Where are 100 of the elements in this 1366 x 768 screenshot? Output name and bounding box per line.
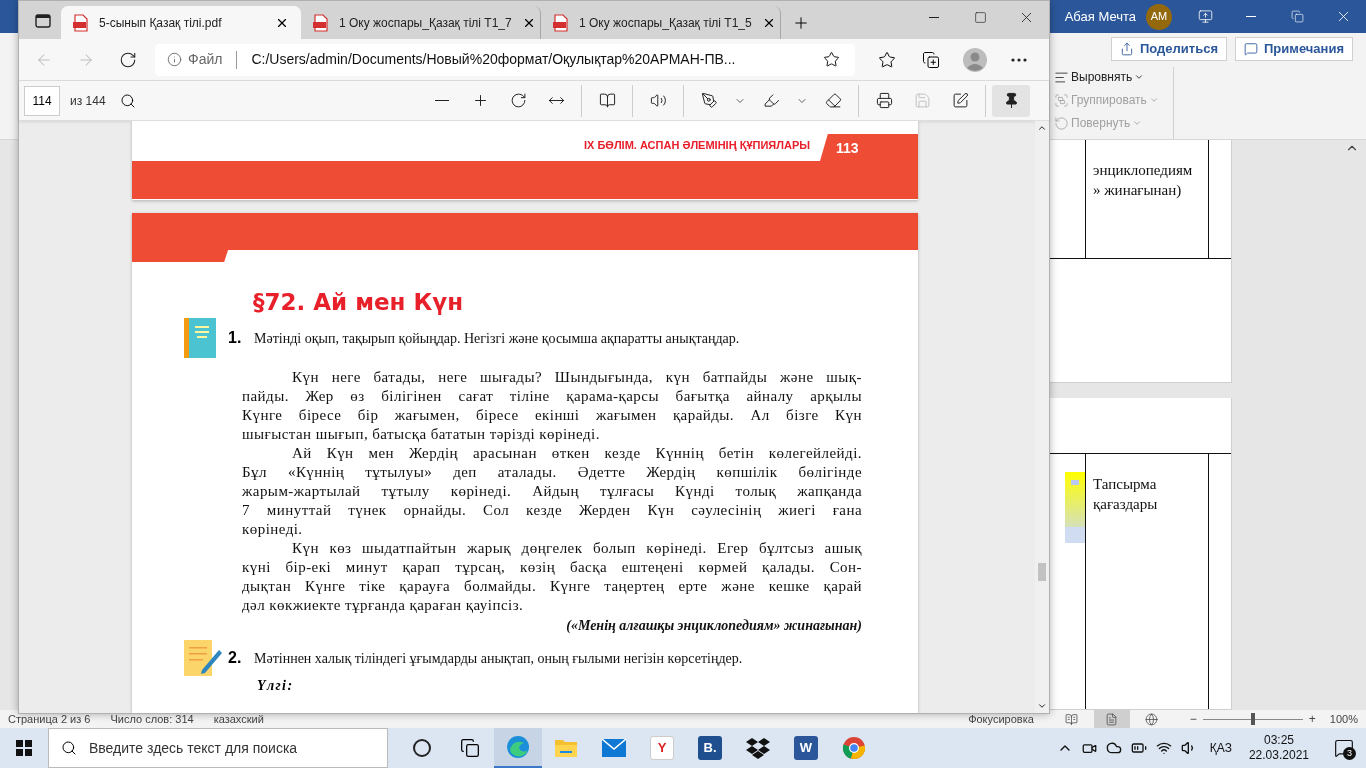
task-view-icon [460,738,480,758]
restore-icon [1290,10,1304,23]
bitrix-button[interactable]: B. [686,728,734,768]
print-view-icon [1105,712,1119,726]
star-icon [822,51,840,68]
tab-title: 1 Оку жоспары_Қазақ тілі T1_7 [339,14,512,32]
word-app-button[interactable]: W [782,728,830,768]
tab-title: 5-сынып Қазақ тілі.pdf [99,14,223,32]
minimize-icon [1246,16,1256,17]
chrome-icon [842,736,866,760]
page-count: из 144 [70,92,106,110]
minus-icon [435,99,449,102]
task-instruction: Мәтінді оқып, тақырып қойыңдар. Негізгі және қосымша ақпаратты анықтаңдар. [254,329,740,348]
notification-count: 3 [1343,747,1356,760]
pin-button[interactable] [992,84,1030,117]
group-icon [1054,92,1069,108]
status-text: Страница 2 из 6 [8,711,91,727]
share-icon [1119,42,1134,56]
minimize-icon [929,16,939,18]
battery-icon [1130,740,1147,756]
edit-icon [951,92,969,109]
printer-icon [875,92,893,109]
scrollbar[interactable] [1035,121,1049,713]
rotate-icon [1054,115,1069,131]
paragraph: Күн неге батады, неге шығады? Шындығында, күн батпайды және шық- пайды. Жер өз білігінен сағат тіліне қарама-қарсы бағытқа айналу арқылы Күнге біресе бір жағымен, біресе екінші жағымен қарайды. Ал бізге Күн шығыстан шығып, батысқа бататын тәрізді көрінеді. [242,368,862,444]
info-icon [167,52,182,67]
search-field[interactable]: Введите здесь текст для поиска [48,728,388,768]
chapter-header: IX БӨЛІМ. АСПАН ӘЛЕМІНІҢ ҚҰПИЯЛАРЫ [584,137,810,153]
collections-icon [922,50,940,69]
align-icon [1054,69,1069,85]
pdf-icon [553,13,569,32]
tab-actions-icon [35,13,51,29]
search-icon [119,92,136,109]
read-view-icon [1065,712,1079,726]
zoom-slider[interactable] [1202,713,1303,725]
yandex-browser-button[interactable]: Y [638,728,686,768]
wifi-icon [1155,740,1172,756]
status-text: Число слов: 314 [110,711,194,727]
envelope-icon [602,739,626,757]
zoom-in-button[interactable]: + [1308,710,1316,728]
page-number-field[interactable]: 114 [24,85,60,116]
address-url: C:/Users/admin/Documents/Новый%20формат/Оқулықтар%20АРМАН-ПВ... [251,50,737,69]
speaker-icon [649,92,667,109]
task-instruction: Мәтіннен халық тіліндегі ұғымдарды анықтап, оның ғылыми негізін көрсетіңдер. [254,649,743,668]
align-button[interactable]: Выровнять [1054,67,1169,87]
book-icon [184,318,216,358]
task-number: 2. [228,648,242,668]
dropbox-icon [746,737,770,759]
user-avatar[interactable]: AM [1146,3,1172,30]
section-title: §72. Ай мен Күн [253,288,465,316]
clock-time[interactable]: 03:25 [1263,733,1294,748]
refresh-icon [119,50,137,69]
page-number: 113 [820,134,918,161]
scrollbar-thumb[interactable] [1038,563,1046,581]
zoom-slider-thumb[interactable] [1250,713,1255,725]
caret-icon [1037,701,1047,711]
print-view-button[interactable] [1093,710,1130,728]
browser-tab[interactable]: 5-сынып Қазақ тілі.pdf [61,6,301,39]
address-bar[interactable]: Файл C:/Users/admin/Documents/Новый%20формат/Оқулықтар%20АРМАН-ПВ... [155,43,855,76]
web-view-icon [1145,712,1159,726]
rotate-icon [509,92,527,109]
zoom-out-button[interactable]: − [1189,710,1197,728]
more-icon [1011,57,1027,62]
source-citation: («Менің алғашқы энциклопедиям» жинағынан) [566,617,862,635]
comments-button[interactable]: Примечания [1235,37,1353,61]
windows-icon [16,740,32,756]
paragraph: Күн көз шыдатпайтын жарық дөңгелек болып көрінеді. Егер бұлтсыз ашық күні бір-екі минут қарап тұрсаң, көзің басқа ештеңені көрмей қалады. Сон- дықтан Күнге тіке қарауға болмайды. Күнге таңертең ерте және кешке қарай дәл көкжиекте тұрғанда қараған қауіпсіз. [242,539,862,615]
message-icon [1334,738,1354,758]
folder-icon [554,737,578,759]
notifications-button[interactable]: 3 [1326,728,1362,768]
address-scheme: Файл [188,50,223,69]
zoom-reading: 100% [1329,711,1358,727]
language-indicator[interactable]: ҚАЗ [1209,739,1232,757]
star-icon [878,50,896,69]
eraser-icon [824,92,842,109]
notepad-pen-icon [184,640,224,676]
pdf-icon [313,13,329,32]
caret-icon [1148,95,1159,105]
pen-icon [700,92,718,109]
save-icon [913,92,931,109]
clock-date[interactable]: 22.03.2021 [1248,748,1309,763]
share-button[interactable]: Поделиться [1110,37,1227,61]
sample-label: Үлгі: [257,678,294,694]
task-number: 1. [228,328,242,348]
user-name: Абая Мечта [1064,7,1136,26]
plus-icon [792,14,810,32]
paragraph: Ай Күн мен Жердің арасынан өткен кезде Күннің бетін көлегейлейді. Бұл «Күннің тұтылуы» деп аталады. Әдетте Жердің көпшілік бөлігінде жарым-жартылай тұтылу көрінеді. Айдың тұлғасы Күнді толық жапқанда 7 минуттай түнек орнайды. Сол кезде Жерден Күн сәулесінің жиегі ғана көрінеді. [242,444,862,539]
search-icon [61,740,77,756]
table-cell-text: Тапсырма қағаздары [1093,475,1159,514]
table-cell-text: энциклопедиям » жинағынан) [1093,161,1194,200]
maximize-icon [973,10,987,24]
caret-icon [1132,118,1143,128]
tab-title: 1 Оку жоспары_Қазақ тілі T1_5 [579,14,752,32]
ribbon-display-icon [1197,9,1213,24]
focus-button[interactable]: Фокусировка [968,710,1034,728]
caret-icon [1134,72,1145,82]
comment-icon [1244,42,1258,56]
status-text: казахский [213,711,264,727]
caret-icon [1037,123,1047,133]
book-icon [598,92,616,109]
